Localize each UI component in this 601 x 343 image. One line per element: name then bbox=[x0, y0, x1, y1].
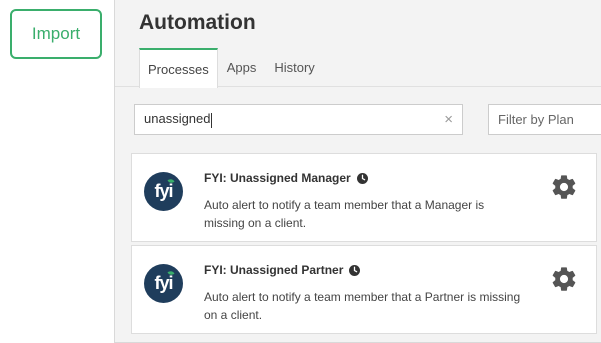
process-description: Auto alert to notify a team member that … bbox=[204, 198, 485, 230]
gear-icon[interactable] bbox=[550, 173, 578, 201]
page-title: Automation bbox=[139, 11, 256, 34]
tab-processes[interactable]: Processes bbox=[139, 48, 218, 88]
fyi-logo-icon: fyi bbox=[144, 264, 183, 303]
tab-apps[interactable]: Apps bbox=[218, 48, 266, 87]
gear-icon[interactable] bbox=[550, 265, 578, 293]
process-title-row: FYI: Unassigned Manager bbox=[204, 171, 368, 185]
process-title: FYI: Unassigned Manager bbox=[204, 171, 351, 185]
search-input[interactable]: unassigned × bbox=[134, 104, 463, 135]
import-button[interactable]: Import bbox=[10, 9, 102, 59]
search-value: unassigned bbox=[144, 111, 211, 127]
text-caret bbox=[210, 112, 212, 128]
search-value-wrap: unassigned bbox=[144, 111, 444, 128]
logo-text: fyi bbox=[154, 273, 173, 293]
process-description: Auto alert to notify a team member that … bbox=[204, 290, 521, 322]
automation-panel: Automation Processes Apps History unassi… bbox=[114, 0, 601, 343]
fyi-logo-icon: fyi bbox=[144, 172, 183, 211]
clear-icon[interactable]: × bbox=[444, 111, 453, 128]
process-title-row: FYI: Unassigned Partner bbox=[204, 263, 361, 277]
clock-icon bbox=[349, 264, 361, 276]
process-title: FYI: Unassigned Partner bbox=[204, 263, 344, 277]
filter-by-plan-select[interactable]: Filter by Plan bbox=[488, 104, 601, 135]
tab-bar: Processes Apps History bbox=[139, 48, 324, 88]
process-card[interactable]: fyi FYI: Unassigned Manager Auto alert t… bbox=[131, 153, 597, 242]
clock-icon bbox=[356, 172, 368, 184]
logo-text: fyi bbox=[154, 181, 173, 201]
tab-history[interactable]: History bbox=[265, 48, 323, 87]
process-card[interactable]: fyi FYI: Unassigned Partner Auto alert t… bbox=[131, 245, 597, 334]
